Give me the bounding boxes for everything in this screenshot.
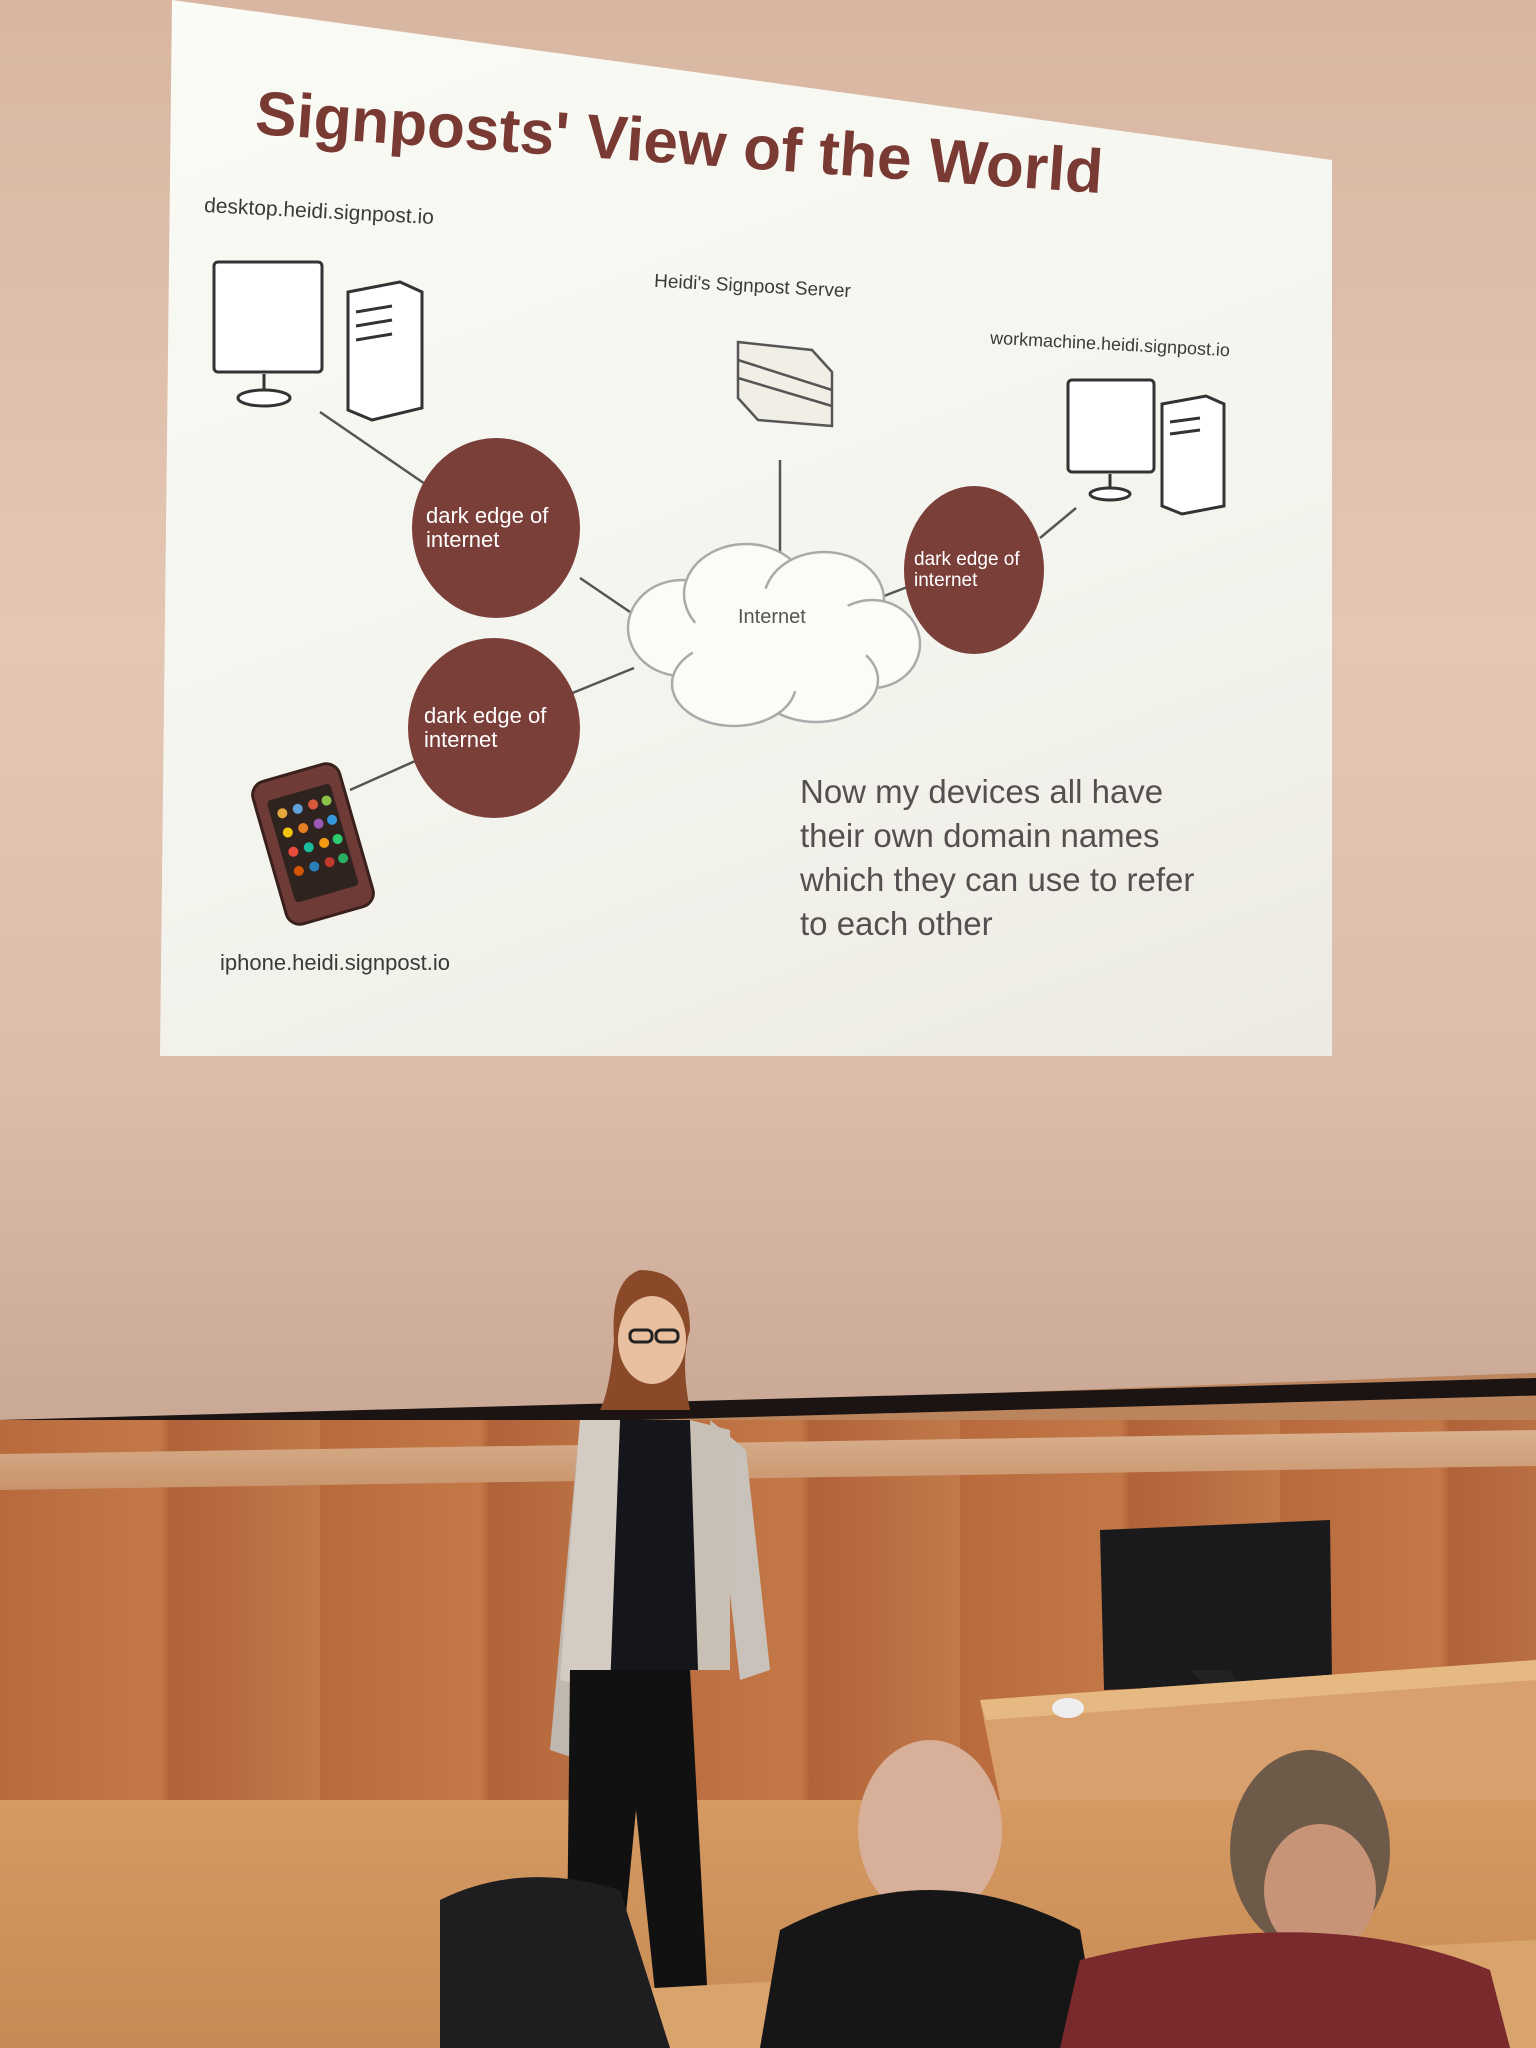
circle-text-line1: dark edge of — [426, 503, 549, 528]
workstation-icon — [1066, 378, 1226, 516]
cloud-icon — [626, 542, 922, 728]
link-c2-cloud — [569, 666, 635, 696]
desktop-computer-icon — [212, 260, 424, 422]
body-line: to each other — [800, 905, 993, 942]
body-line: which they can use to refer — [800, 861, 1195, 898]
link-c1-cloud — [579, 576, 631, 614]
circle-text-line2: internet — [914, 570, 978, 591]
lecture-hall-scene: Signposts' View of the World desktop.hei… — [0, 0, 1536, 2048]
projected-slide: Signposts' View of the World desktop.hei… — [160, 0, 1332, 1056]
iphone-hostname-label: iphone.heidi.signpost.io — [220, 950, 450, 975]
audience-members — [440, 1740, 1536, 2048]
link-workmachine — [1039, 507, 1077, 539]
body-line: Now my devices all have — [800, 773, 1164, 810]
slide-body-text: Now my devices all have their own domain… — [800, 770, 1240, 946]
circle-text-line1: dark edge of — [424, 703, 547, 728]
internet-label: Internet — [738, 606, 806, 628]
dark-edge-circle-workmachine: dark edge of internet — [904, 486, 1044, 654]
link-iphone — [349, 756, 423, 792]
circle-text-line1: dark edge of — [914, 549, 1020, 570]
dark-edge-circle-desktop: dark edge of internet — [412, 438, 580, 618]
circle-text-line2: internet — [424, 727, 498, 752]
link-desktop — [319, 410, 429, 488]
circle-text-line2: internet — [426, 527, 500, 552]
server-icon — [736, 340, 834, 428]
body-line: their own domain names — [800, 817, 1160, 854]
dark-edge-circle-iphone: dark edge of internet — [408, 638, 580, 818]
